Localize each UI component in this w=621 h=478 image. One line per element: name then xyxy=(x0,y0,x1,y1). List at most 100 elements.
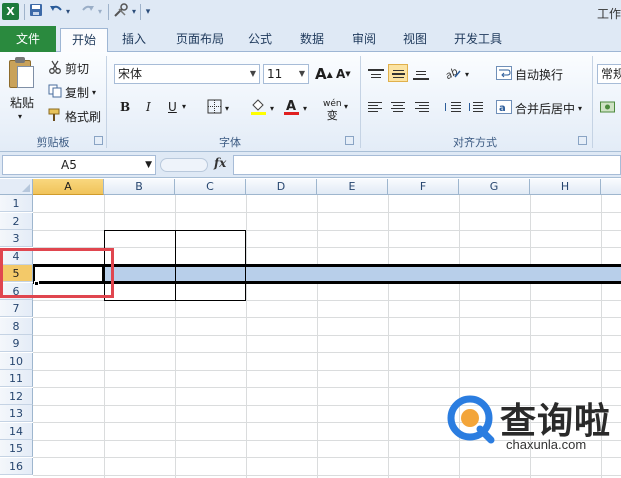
column-header-g[interactable]: G xyxy=(459,179,530,195)
bordered-cell-c3[interactable] xyxy=(175,230,246,266)
name-box-value: A5 xyxy=(61,158,77,172)
tab-data[interactable]: 数据 xyxy=(292,28,332,52)
tab-view[interactable]: 视图 xyxy=(395,28,435,52)
copy-dropdown-icon[interactable]: ▾ xyxy=(92,88,96,97)
font-size-value: 11 xyxy=(267,67,283,81)
row-header-3[interactable]: 3 xyxy=(0,230,33,247)
row-bottom-border xyxy=(33,281,621,284)
copy-icon xyxy=(48,84,62,101)
decrease-indent-icon[interactable] xyxy=(443,99,463,117)
phonetic-dropdown-icon[interactable]: ▾ xyxy=(344,102,348,111)
tab-formulas[interactable]: 公式 xyxy=(240,28,280,52)
formula-bar: A5 ▼ fx xyxy=(0,152,621,178)
customize-dropdown-icon[interactable]: ▾ xyxy=(130,3,138,21)
bordered-cell-b3[interactable] xyxy=(104,230,176,266)
bold-button[interactable]: B xyxy=(120,100,130,114)
copy-button[interactable]: 复制 ▾ xyxy=(48,84,96,101)
column-header-b[interactable]: B xyxy=(104,179,175,195)
align-top-icon[interactable] xyxy=(366,66,386,84)
phonetic-button[interactable]: wén 变 xyxy=(323,99,342,121)
column-header-c[interactable]: C xyxy=(175,179,246,195)
insert-function-icon[interactable]: fx xyxy=(214,156,226,170)
row-header-8[interactable]: 8 xyxy=(0,318,33,335)
align-right-icon[interactable] xyxy=(411,99,431,117)
row-header-13[interactable]: 13 xyxy=(0,405,33,422)
excel-logo-icon: X xyxy=(2,3,19,20)
clipboard-launcher-icon[interactable] xyxy=(94,136,103,145)
qat-divider xyxy=(108,4,109,20)
customize-tools-icon[interactable] xyxy=(112,3,130,21)
row-header-10[interactable]: 10 xyxy=(0,353,33,370)
font-name-select[interactable]: 宋体 ▼ xyxy=(114,64,260,84)
wrap-text-label: 自动换行 xyxy=(515,68,564,82)
paste-dropdown-icon[interactable]: ▾ xyxy=(18,112,22,121)
grow-arrow-icon: ▲ xyxy=(326,69,333,79)
number-format-select[interactable]: 常规 xyxy=(597,64,621,84)
row-header-12[interactable]: 12 xyxy=(0,388,33,405)
undo-icon[interactable] xyxy=(48,3,64,21)
name-box[interactable]: A5 ▼ xyxy=(2,155,156,175)
align-center-icon[interactable] xyxy=(388,99,408,117)
qat-divider xyxy=(24,4,25,20)
shrink-font-button[interactable]: A ▼ xyxy=(336,67,351,81)
fill-color-dropdown-icon: ▾ xyxy=(270,104,275,113)
underline-dropdown-icon[interactable]: ▾ xyxy=(182,102,186,111)
italic-button[interactable]: I xyxy=(146,100,151,114)
column-header-d[interactable]: D xyxy=(246,179,317,195)
currency-format-icon[interactable] xyxy=(600,100,616,114)
row-header-2[interactable]: 2 xyxy=(0,213,33,230)
font-name-value: 宋体 xyxy=(118,67,143,81)
increase-indent-icon[interactable] xyxy=(465,99,485,117)
redo-icon[interactable] xyxy=(80,3,96,21)
column-header-i[interactable] xyxy=(601,179,621,195)
tab-file[interactable]: 文件 xyxy=(0,26,56,52)
svg-text:a: a xyxy=(499,103,506,114)
tab-review[interactable]: 审阅 xyxy=(344,28,384,52)
font-size-select[interactable]: 11 ▼ xyxy=(263,64,309,84)
row-header-9[interactable]: 9 xyxy=(0,335,33,352)
font-color-icon: A xyxy=(283,98,300,119)
align-left-icon[interactable] xyxy=(366,99,386,117)
column-header-f[interactable]: F xyxy=(388,179,459,195)
paste-icon[interactable] xyxy=(9,56,35,90)
row-header-15[interactable]: 15 xyxy=(0,440,33,457)
select-all-button[interactable] xyxy=(0,179,33,195)
tab-page-layout[interactable]: 页面布局 xyxy=(168,28,232,52)
align-bottom-icon[interactable] xyxy=(411,66,431,84)
borders-dropdown-icon: ▾ xyxy=(225,103,230,113)
underline-button[interactable]: U xyxy=(168,100,177,114)
fill-color-button[interactable]: ▾ xyxy=(250,98,274,119)
chevron-down-icon: ▼ xyxy=(249,69,256,78)
merge-center-button[interactable]: a 合并后居中 ▾ xyxy=(496,100,582,117)
column-header-e[interactable]: E xyxy=(317,179,388,195)
font-launcher-icon[interactable] xyxy=(345,136,354,145)
grow-font-button[interactable]: A ▲ xyxy=(315,65,333,83)
formula-bar-resize-handle[interactable] xyxy=(160,158,208,172)
column-header-a[interactable]: A xyxy=(33,179,104,195)
cut-button[interactable]: 剪切 xyxy=(48,60,89,77)
orientation-button[interactable]: ab ▾ xyxy=(444,65,469,84)
row-header-14[interactable]: 14 xyxy=(0,423,33,440)
font-color-button[interactable]: A ▾ xyxy=(283,98,307,119)
undo-dropdown-icon[interactable]: ▾ xyxy=(64,3,72,21)
tab-home[interactable]: 开始 xyxy=(60,28,108,53)
redo-dropdown-icon[interactable]: ▾ xyxy=(96,3,104,21)
paste-button[interactable]: 粘贴 xyxy=(10,94,34,111)
format-painter-button[interactable]: 格式刷 xyxy=(48,108,101,125)
tab-insert[interactable]: 插入 xyxy=(112,28,156,52)
row-header-16[interactable]: 16 xyxy=(0,458,33,475)
wrap-text-button[interactable]: 自动换行 xyxy=(496,66,563,83)
font-color-dropdown-icon: ▾ xyxy=(303,104,308,113)
column-header-h[interactable]: H xyxy=(530,179,601,195)
scissors-icon xyxy=(48,60,62,77)
tab-developer[interactable]: 开发工具 xyxy=(446,28,510,52)
formula-input[interactable] xyxy=(233,155,621,175)
row-header-7[interactable]: 7 xyxy=(0,300,33,317)
row-header-11[interactable]: 11 xyxy=(0,370,33,387)
save-icon[interactable] xyxy=(28,3,44,21)
alignment-launcher-icon[interactable] xyxy=(578,136,587,145)
qat-more-icon[interactable]: ▾ xyxy=(143,3,153,21)
row-header-1[interactable]: 1 xyxy=(0,195,33,212)
borders-button[interactable]: ▾ xyxy=(207,99,229,117)
align-middle-icon[interactable] xyxy=(388,64,408,82)
